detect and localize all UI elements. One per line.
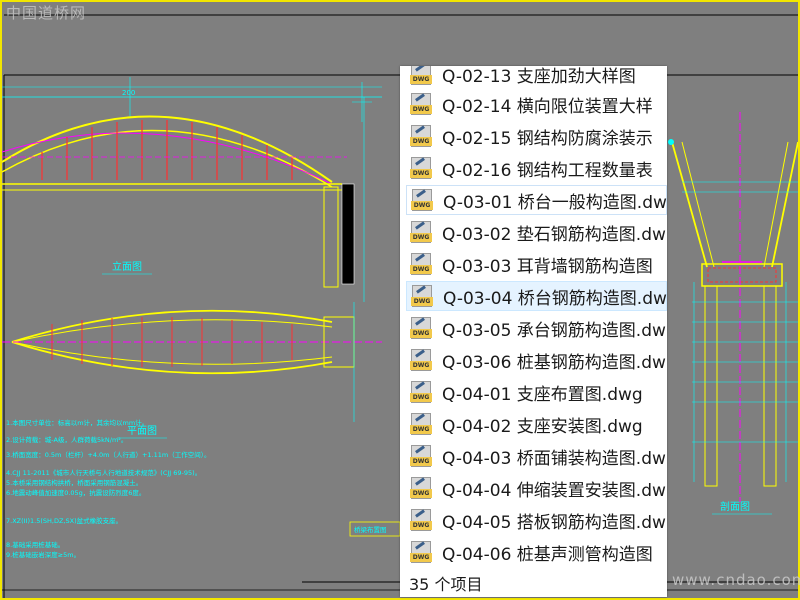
- file-name: Q-04-01 支座布置图.dwg: [442, 384, 643, 405]
- file-item-q-03-02[interactable]: DWG Q-03-02 垫石钢筋构造图.dw: [406, 217, 667, 247]
- file-name: Q-04-05 搭板钢筋构造图.dw: [442, 512, 666, 533]
- elevation-view-label: 立面图: [112, 260, 142, 273]
- file-name: Q-03-01 桥台一般构造图.dw: [443, 192, 667, 213]
- dwg-file-icon: DWG: [410, 221, 432, 243]
- file-name: Q-02-14 横向限位装置大样: [442, 96, 653, 117]
- file-name: Q-03-02 垫石钢筋构造图.dw: [442, 224, 666, 245]
- dwg-file-icon: DWG: [411, 285, 433, 307]
- file-name: Q-03-04 桥台钢筋构造图.dw: [443, 288, 667, 309]
- file-item-q-02-15[interactable]: DWG Q-02-15 钢结构防腐涂装示: [406, 121, 667, 151]
- file-list[interactable]: DWG Q-02-13 支座加劲大样图 DWG Q-02-14 横向限位装置大样…: [400, 66, 667, 568]
- dwg-file-icon: DWG: [410, 253, 432, 275]
- file-name: Q-02-13 支座加劲大样图: [442, 66, 636, 87]
- elevation-view: 200 立面图: [2, 77, 382, 302]
- note-line: 3.桥面宽度：0.5m（栏杆）+4.0m（人行道）+1.11m（工作空间）。: [6, 450, 211, 459]
- file-name: Q-03-05 承台钢筋构造图.dw: [442, 320, 666, 341]
- note-line: 2.设计荷载：城-A级，人群荷载5kN/m²。: [6, 435, 127, 444]
- file-name: Q-04-03 桥面铺装构造图.dw: [442, 448, 666, 469]
- file-name: Q-04-06 桩基声测管构造图: [442, 544, 653, 565]
- dwg-file-icon: DWG: [410, 66, 432, 85]
- file-item-q-03-03[interactable]: DWG Q-03-03 耳背墙钢筋构造图: [406, 249, 667, 279]
- file-item-q-02-14[interactable]: DWG Q-02-14 横向限位装置大样: [406, 89, 667, 119]
- dwg-file-icon: DWG: [410, 381, 432, 403]
- dwg-file-icon: DWG: [410, 509, 432, 531]
- sheet-title: 桥梁布置图: [354, 525, 387, 534]
- dwg-file-icon: DWG: [410, 445, 432, 467]
- file-name: Q-04-04 伸缩装置安装图.dw: [442, 480, 666, 501]
- dwg-file-icon: DWG: [411, 189, 433, 211]
- plan-view: 平面图: [2, 302, 382, 439]
- item-count: 35 个项目: [409, 574, 483, 594]
- dwg-file-icon: DWG: [410, 413, 432, 435]
- file-item-q-04-05[interactable]: DWG Q-04-05 搭板钢筋构造图.dw: [406, 505, 667, 535]
- file-item-q-03-01[interactable]: DWG Q-03-01 桥台一般构造图.dw: [406, 185, 667, 215]
- dimension-text: 200: [122, 89, 135, 97]
- file-item-q-04-04[interactable]: DWG Q-04-04 伸缩装置安装图.dw: [406, 473, 667, 503]
- file-item-q-03-04[interactable]: DWG Q-03-04 桥台钢筋构造图.dw: [406, 281, 667, 311]
- file-name: Q-03-03 耳背墙钢筋构造图: [442, 256, 653, 277]
- file-item-q-04-06[interactable]: DWG Q-04-06 桩基声测管构造图: [406, 537, 667, 567]
- note-line: 6.地震动峰值加速度0.05g，抗震设防烈度6度。: [6, 488, 145, 497]
- note-line: 8.基础采用桩基础。: [6, 540, 64, 549]
- dwg-file-icon: DWG: [410, 477, 432, 499]
- file-item-q-02-13[interactable]: DWG Q-02-13 支座加劲大样图: [406, 66, 667, 89]
- file-item-q-03-06[interactable]: DWG Q-03-06 桩基钢筋构造图.dw: [406, 345, 667, 375]
- dwg-file-icon: DWG: [410, 349, 432, 371]
- dwg-file-icon: DWG: [410, 317, 432, 339]
- file-explorer-panel: DWG Q-02-13 支座加劲大样图 DWG Q-02-14 横向限位装置大样…: [400, 66, 667, 597]
- status-bar: 35 个项目: [400, 568, 667, 597]
- dwg-file-icon: DWG: [410, 93, 432, 115]
- section-view: 剖面图: [668, 112, 798, 515]
- file-item-q-04-03[interactable]: DWG Q-04-03 桥面铺装构造图.dw: [406, 441, 667, 471]
- file-item-q-03-05[interactable]: DWG Q-03-05 承台钢筋构造图.dw: [406, 313, 667, 343]
- dwg-file-icon: DWG: [410, 157, 432, 179]
- file-name: Q-02-15 钢结构防腐涂装示: [442, 128, 653, 149]
- dwg-file-icon: DWG: [410, 125, 432, 147]
- file-item-q-04-01[interactable]: DWG Q-04-01 支座布置图.dwg: [406, 377, 667, 407]
- notes-block: 1.本图尺寸单位：标高以m计，其余均以mm计。 2.设计荷载：城-A级，人群荷载…: [6, 418, 211, 559]
- dwg-file-icon: DWG: [410, 541, 432, 563]
- watermark-top: 中国道桥网: [6, 4, 87, 22]
- note-line: 4.CJJ 11-2011《城市人行天桥与人行地道技术规范》(CJJ 69-95…: [6, 468, 201, 477]
- note-line: 9.桩基础嵌岩深度≥5m。: [6, 550, 80, 559]
- watermark-bottom: www.cndao.com: [672, 571, 800, 589]
- note-line: 7.XZ(II)1.5(SH,DZ,SX)盆式橡胶支座。: [6, 516, 122, 525]
- file-item-q-04-02[interactable]: DWG Q-04-02 支座安装图.dwg: [406, 409, 667, 439]
- file-name: Q-03-06 桩基钢筋构造图.dw: [442, 352, 666, 373]
- note-line: 1.本图尺寸单位：标高以m计，其余均以mm计。: [6, 418, 148, 427]
- file-name: Q-04-02 支座安装图.dwg: [442, 416, 643, 437]
- file-name: Q-02-16 钢结构工程数量表: [442, 160, 653, 181]
- section-view-label: 剖面图: [720, 500, 750, 513]
- note-line: 5.本桥采用钢结构拱桥，桥面采用钢筋混凝土。: [6, 478, 142, 487]
- file-item-q-02-16[interactable]: DWG Q-02-16 钢结构工程数量表: [406, 153, 667, 183]
